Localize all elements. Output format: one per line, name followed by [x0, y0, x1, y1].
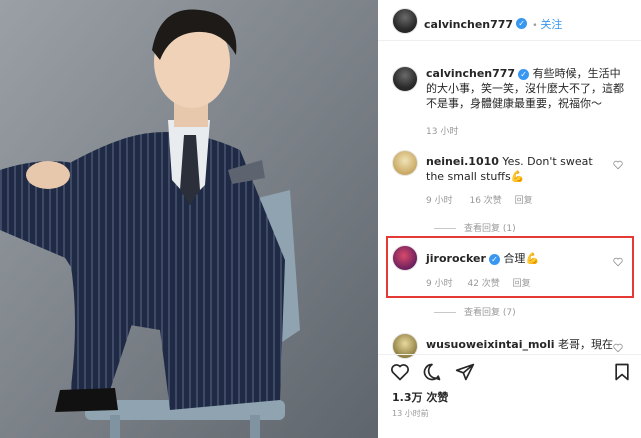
caption-avatar[interactable] [392, 66, 418, 92]
comment-1: neinei.1010 Yes. Don't sweat the small s… [426, 154, 611, 184]
post-side-panel: calvinchen777 ✓ • 关注 calvinchen777 ✓ 有些時候，… [378, 0, 641, 438]
comment-2-reply-button[interactable]: 回复 [513, 279, 531, 289]
caption-time: 13 小时 [426, 127, 459, 137]
comment-1-meta: 9 小时 16 次赞 回复 [426, 193, 533, 206]
comment-avatar-jirorocker[interactable] [392, 245, 418, 271]
comment-2-heart-icon[interactable] [613, 257, 623, 267]
comment-1-time: 9 小时 [426, 196, 453, 206]
comment-1-username[interactable]: neinei.1010 [426, 155, 499, 168]
header-divider [378, 40, 641, 41]
comment-avatar-neinei[interactable] [392, 150, 418, 176]
comment-2-time: 9 小时 [426, 279, 453, 289]
comment-2-view-replies-label: 查看回复 (7) [464, 308, 516, 318]
verified-badge-icon: ✓ [488, 253, 500, 265]
comment-2-meta: 9 小时 42 次赞 回复 [426, 276, 531, 289]
verified-badge-icon: ✓ [518, 68, 530, 80]
comment-1-reply-button[interactable]: 回复 [515, 196, 533, 206]
comment-1-heart-icon[interactable] [613, 160, 623, 170]
comment-2-likes[interactable]: 42 次赞 [467, 279, 499, 289]
comment-icon[interactable] [422, 362, 442, 382]
verified-badge-icon: ✓ [516, 18, 528, 29]
comment-2-view-replies[interactable]: 查看回复 (7) [434, 305, 516, 318]
comment-1-likes[interactable]: 16 次赞 [469, 196, 501, 206]
comment-2-username[interactable]: jirorocker [426, 252, 486, 265]
man-in-suit-illustration [0, 0, 378, 438]
comment-2: jirorocker ✓ 合理💪 [426, 251, 611, 266]
header-username[interactable]: calvinchen777 [424, 18, 513, 31]
comment-3-text: 老哥，現在 [558, 338, 614, 351]
comment-3-username[interactable]: wusuoweixintai_moli [426, 338, 555, 351]
caption-username[interactable]: calvinchen777 [426, 67, 515, 80]
muscle-emoji-icon: 💪 [510, 170, 525, 183]
follow-button[interactable]: 关注 [540, 18, 562, 31]
post-photo [0, 0, 378, 438]
actions-divider [378, 354, 641, 355]
caption: calvinchen777 ✓ 有些時候，生活中的大小事，笑一笑，沒什麼大不了，這… [426, 66, 626, 111]
comment-avatar-wusuo[interactable] [392, 333, 418, 359]
header-avatar[interactable] [392, 8, 418, 34]
view-replies-line [434, 228, 456, 229]
post-header: calvinchen777 ✓ • 关注 [424, 13, 562, 32]
comment-1-view-replies[interactable]: 查看回复 (1) [434, 221, 516, 234]
comment-3: wusuoweixintai_moli 老哥，現在 [426, 337, 616, 352]
comment-3-heart-icon[interactable] [613, 343, 623, 353]
comment-2-text: 合理 [503, 252, 526, 265]
muscle-emoji-icon: 💪 [525, 252, 540, 265]
bookmark-icon[interactable] [612, 362, 632, 382]
view-replies-line [434, 312, 456, 313]
share-icon[interactable] [455, 362, 475, 382]
post-likes[interactable]: 1.3万 次赞 [392, 389, 448, 405]
comment-1-view-replies-label: 查看回复 (1) [464, 224, 516, 234]
post-time: 13 小时前 [392, 409, 429, 418]
heart-icon[interactable] [390, 362, 410, 382]
